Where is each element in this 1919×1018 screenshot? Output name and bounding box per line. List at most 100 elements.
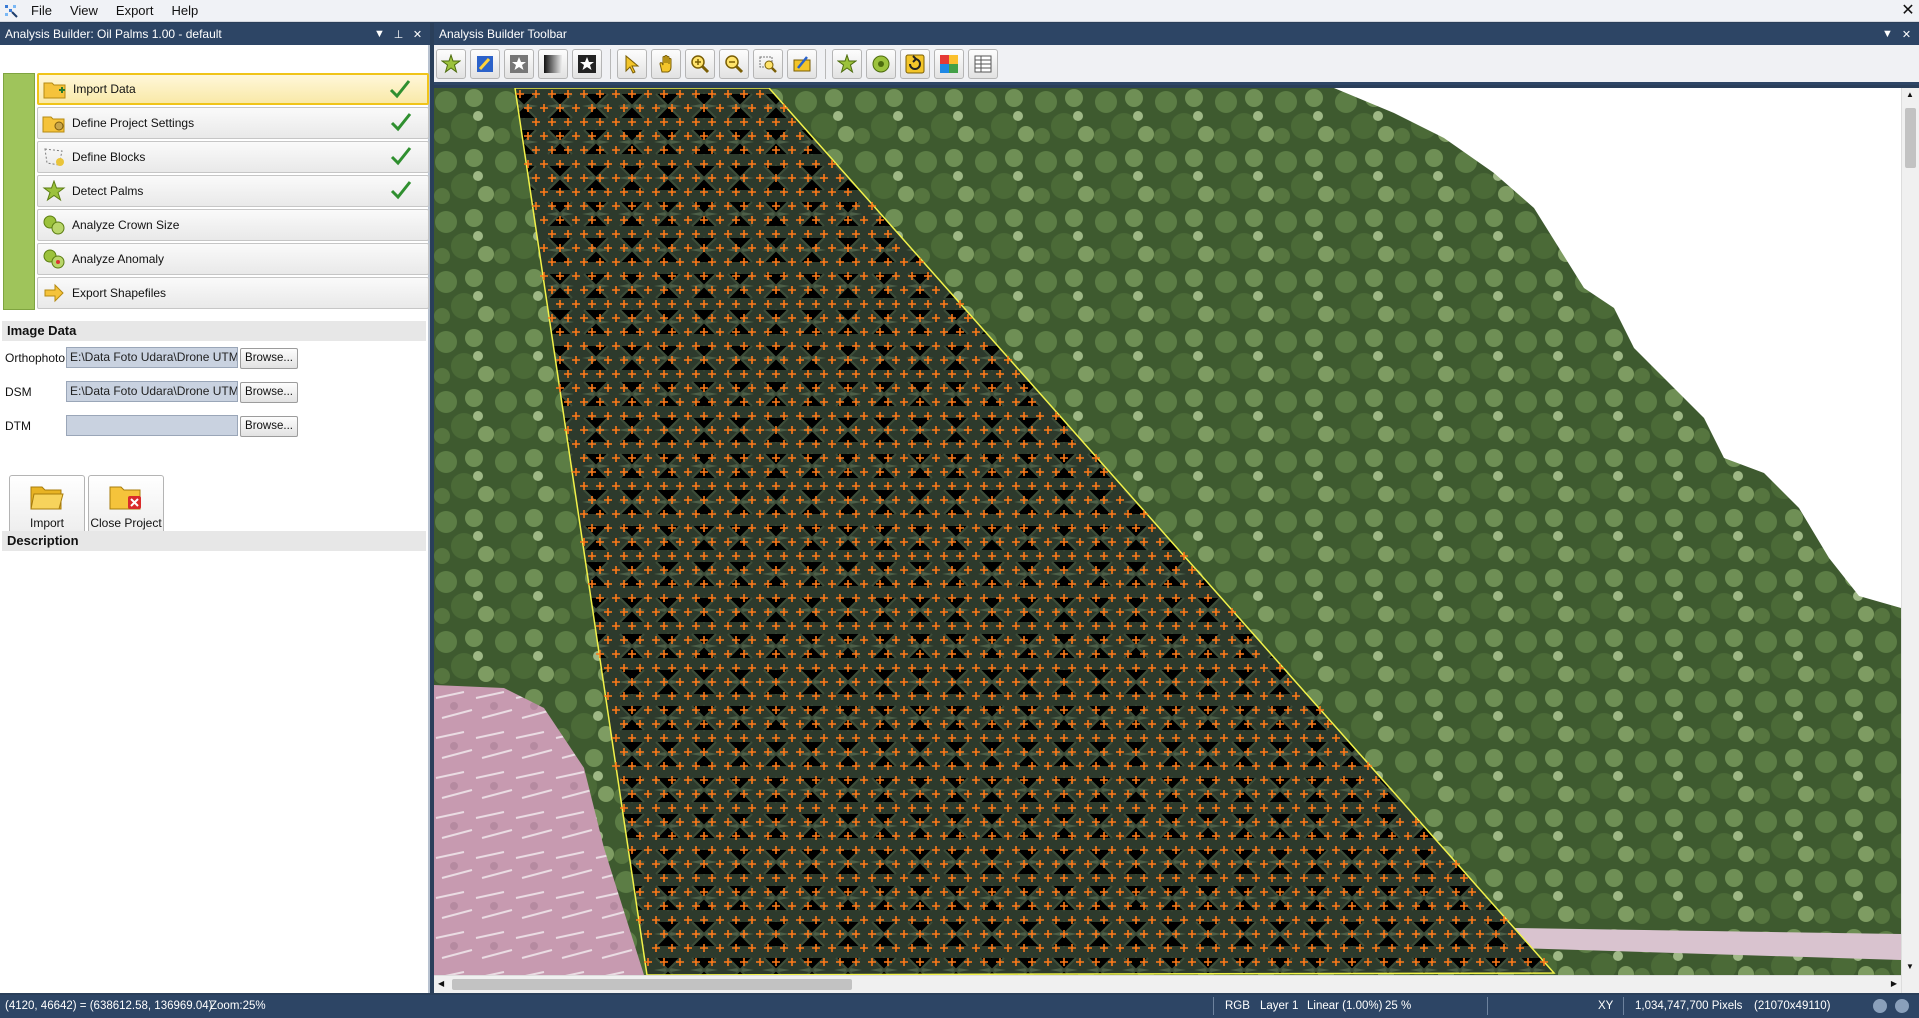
dropdown-icon[interactable]: ▼ <box>373 28 386 41</box>
status-indicator-icon <box>1895 999 1909 1013</box>
orthophoto-map <box>434 88 1901 975</box>
close-project-button[interactable]: Close Project <box>88 475 164 539</box>
menu-view[interactable]: View <box>61 0 107 22</box>
image-dimensions: (21070x49110) <box>1754 1000 1831 1012</box>
close-project-button-label: Close Project <box>90 516 162 530</box>
zoom-percent: 25 % <box>1385 1000 1412 1012</box>
status-bar: (4120, 46642) = (638612.58, 136969.04) Z… <box>0 995 1919 1018</box>
menu-file[interactable]: File <box>22 0 61 22</box>
workflow-steps: Import Data Define Project Settings Defi… <box>2 71 429 335</box>
pan-hand-icon[interactable] <box>651 48 681 79</box>
zoom-status: Zoom:25% <box>210 1000 266 1012</box>
dropdown-icon[interactable]: ▼ <box>1881 28 1894 41</box>
vertical-scroll-thumb[interactable] <box>1905 108 1916 168</box>
dsm-browse-button[interactable]: Browse... <box>240 382 298 403</box>
step-analyze-crown-size[interactable]: Analyze Crown Size <box>37 209 429 241</box>
step-label: Define Blocks <box>72 150 146 164</box>
step-detect-palms[interactable]: Detect Palms <box>37 175 429 207</box>
status-separator <box>1623 997 1624 1015</box>
folder-import-icon <box>41 75 69 103</box>
app-logo-icon <box>0 0 22 22</box>
step-label: Import Data <box>73 82 136 96</box>
cursor-coordinates: (4120, 46642) = (638612.58, 136969.04) <box>5 1000 213 1012</box>
import-button[interactable]: Import <box>9 475 85 539</box>
scroll-up-icon[interactable]: ▲ <box>1906 90 1914 99</box>
analysis-builder-panel: Analysis Builder: Oil Palms 1.00 - defau… <box>0 23 430 993</box>
star-filled-icon[interactable] <box>572 48 602 79</box>
right-panel-title: Analysis Builder Toolbar <box>439 27 567 41</box>
toolbar-separator <box>825 48 826 79</box>
checkmark-icon <box>389 80 411 99</box>
color-mode: RGB <box>1225 1000 1250 1012</box>
step-import-data[interactable]: Import Data <box>37 73 429 105</box>
step-define-project-settings[interactable]: Define Project Settings <box>37 107 429 139</box>
step-export-shapefiles[interactable]: Export Shapefiles <box>37 277 429 309</box>
workflow-progress-bar <box>3 73 35 310</box>
menu-help[interactable]: Help <box>162 0 207 22</box>
orthophoto-label: Orthophoto <box>5 351 66 365</box>
step-label: Define Project Settings <box>72 116 195 130</box>
dtm-path-field[interactable] <box>66 415 238 436</box>
description-title: Description <box>2 531 426 551</box>
color-palette-icon[interactable] <box>934 48 964 79</box>
table-icon[interactable] <box>968 48 998 79</box>
palm-star-tool-icon[interactable] <box>436 48 466 79</box>
annotate-icon[interactable] <box>787 48 817 79</box>
checkmark-icon <box>390 181 412 200</box>
zoom-extent-icon[interactable] <box>753 48 783 79</box>
star-outline-icon[interactable] <box>504 48 534 79</box>
toolbar-separator <box>610 48 611 79</box>
image-viewer-canvas[interactable] <box>434 88 1901 975</box>
blocks-icon <box>40 143 68 171</box>
folder-close-icon <box>89 476 163 516</box>
horizontal-scroll-thumb[interactable] <box>452 979 852 990</box>
step-label: Detect Palms <box>72 184 144 198</box>
anomaly-analysis-icon <box>40 245 68 273</box>
crown-analysis-icon <box>40 211 68 239</box>
pixel-count: 1,034,747,700 Pixels <box>1635 1000 1743 1012</box>
refresh-icon[interactable] <box>900 48 930 79</box>
dsm-path-field[interactable]: E:\Data Foto Udara\Drone UTMU <box>66 381 238 402</box>
checkmark-icon <box>390 147 412 166</box>
pin-icon[interactable]: ⊥ <box>392 28 405 41</box>
checkmark-icon <box>390 113 412 132</box>
zoom-out-icon[interactable] <box>719 48 749 79</box>
analysis-toolbar <box>434 45 1919 85</box>
close-icon[interactable]: ✕ <box>1900 28 1913 41</box>
crown-icon[interactable] <box>866 48 896 79</box>
dtm-browse-button[interactable]: Browse... <box>240 416 298 437</box>
folder-settings-icon <box>40 109 68 137</box>
left-panel-body: Import Data Define Project Settings Defi… <box>0 45 430 993</box>
scroll-right-icon[interactable]: ▶ <box>1891 979 1897 988</box>
export-arrow-icon <box>40 279 68 307</box>
close-icon[interactable]: ✕ <box>411 28 424 41</box>
vertical-scrollbar[interactable]: ▲ ▼ <box>1901 88 1919 993</box>
edit-layer-icon[interactable] <box>470 48 500 79</box>
window-close-icon[interactable]: ✕ <box>1897 0 1919 22</box>
status-separator <box>1213 997 1214 1015</box>
orthophoto-browse-button[interactable]: Browse... <box>240 348 298 369</box>
scroll-left-icon[interactable]: ◀ <box>438 979 444 988</box>
menu-export[interactable]: Export <box>107 0 163 22</box>
step-define-blocks[interactable]: Define Blocks <box>37 141 429 173</box>
step-analyze-anomaly[interactable]: Analyze Anomaly <box>37 243 429 275</box>
folder-open-icon <box>10 476 84 516</box>
left-panel-header: Analysis Builder: Oil Palms 1.00 - defau… <box>0 23 430 45</box>
step-label: Analyze Crown Size <box>72 218 180 232</box>
dtm-label: DTM <box>5 419 31 433</box>
step-label: Export Shapefiles <box>72 286 167 300</box>
gradient-icon[interactable] <box>538 48 568 79</box>
menu-bar: File View Export Help ✕ <box>0 0 1919 22</box>
coordinate-system: XY <box>1598 1000 1614 1012</box>
left-panel-title: Analysis Builder: Oil Palms 1.00 - defau… <box>5 27 222 41</box>
palm-star-icon <box>40 177 68 205</box>
pointer-icon[interactable] <box>617 48 647 79</box>
dsm-label: DSM <box>5 385 32 399</box>
zoom-in-icon[interactable] <box>685 48 715 79</box>
horizontal-scrollbar[interactable]: ◀ ▶ <box>434 975 1901 993</box>
orthophoto-path-field[interactable]: E:\Data Foto Udara\Drone UTMU <box>66 347 238 368</box>
scroll-down-icon[interactable]: ▼ <box>1906 962 1914 971</box>
step-label: Analyze Anomaly <box>72 252 165 266</box>
status-indicator-icon <box>1873 999 1887 1013</box>
palm-detect-icon[interactable] <box>832 48 862 79</box>
